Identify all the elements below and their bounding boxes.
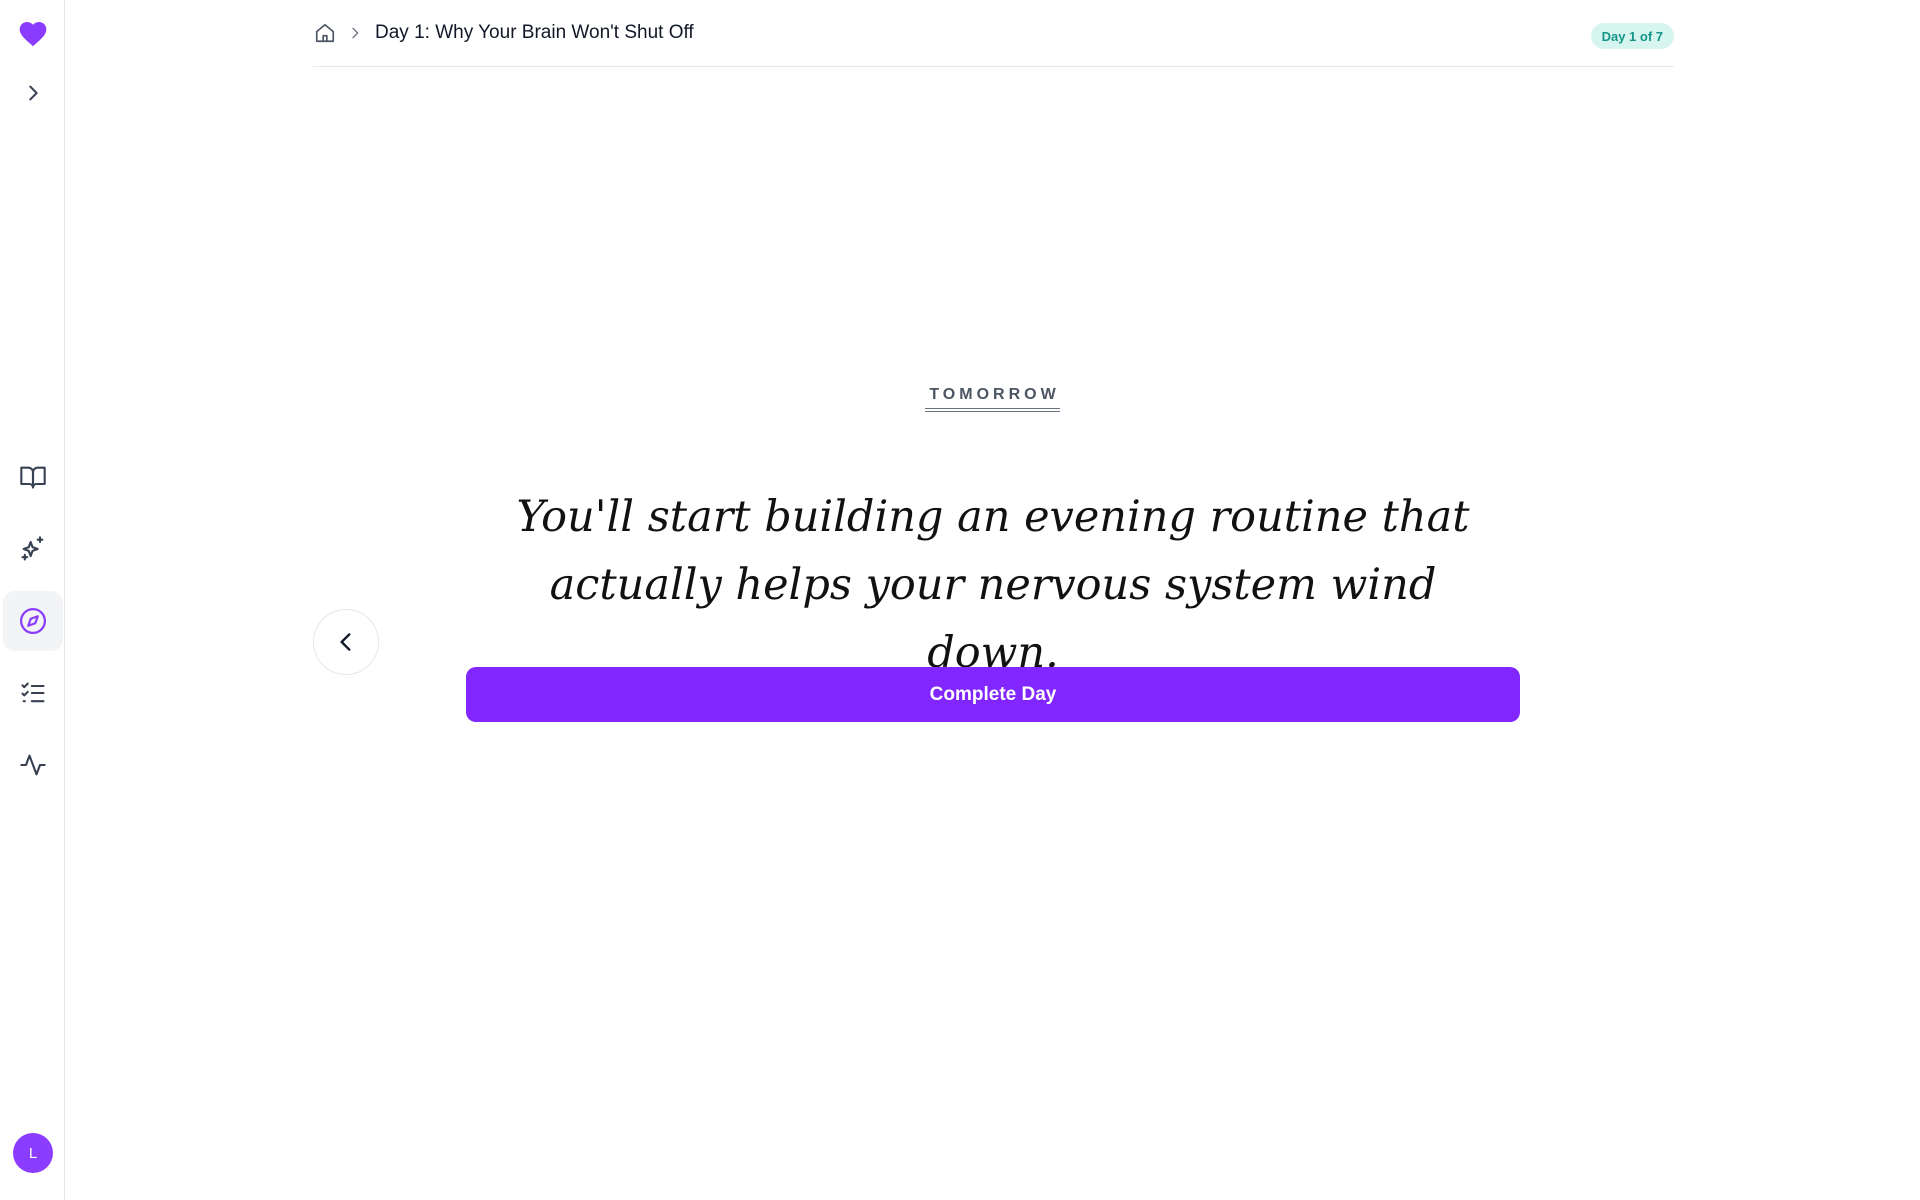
avatar[interactable]: L — [13, 1133, 53, 1173]
chevron-right-icon — [29, 85, 38, 101]
sidebar-item-explore[interactable] — [3, 591, 63, 651]
home-button[interactable] — [313, 21, 337, 45]
chevron-left-icon — [340, 633, 351, 651]
previous-button[interactable] — [313, 609, 379, 675]
eyebrow-label: TOMORROW — [925, 386, 1060, 412]
headline: You'll start building an evening routine… — [493, 483, 1493, 687]
breadcrumb-separator — [347, 25, 363, 41]
day-progress-badge: Day 1 of 7 — [1590, 23, 1674, 49]
sidebar-item-library[interactable] — [3, 447, 63, 507]
complete-day-button[interactable]: Complete Day — [466, 667, 1520, 722]
activity-icon — [20, 754, 46, 776]
sparkles-icon — [21, 536, 44, 561]
breadcrumb: Day 1: Why Your Brain Won't Shut Off Day… — [313, 0, 1674, 67]
heart-icon — [19, 22, 47, 47]
sidebar-item-checklist[interactable] — [3, 663, 63, 723]
sidebar-item-activity[interactable] — [3, 735, 63, 795]
compass-icon — [20, 608, 46, 634]
section-eyebrow: TOMORROW — [0, 386, 1920, 412]
home-icon — [315, 23, 335, 43]
headline-line-1: You'll start building an evening routine… — [516, 492, 1470, 542]
checklist-icon — [21, 682, 45, 703]
book-open-icon — [20, 466, 46, 489]
avatar-initial: L — [28, 1144, 38, 1162]
sidebar: L — [0, 0, 65, 1200]
logo-button[interactable] — [3, 4, 63, 64]
app-window: L Day 1: Why Your Brain Won't Shut Off D… — [0, 0, 1920, 1200]
page-title: Day 1: Why Your Brain Won't Shut Off — [375, 22, 694, 43]
expand-sidebar-button[interactable] — [3, 63, 63, 123]
sidebar-item-ai[interactable] — [3, 519, 63, 579]
chevron-right-icon — [352, 27, 359, 39]
headline-line-2: actually helps your nervous system wind … — [549, 560, 1437, 678]
